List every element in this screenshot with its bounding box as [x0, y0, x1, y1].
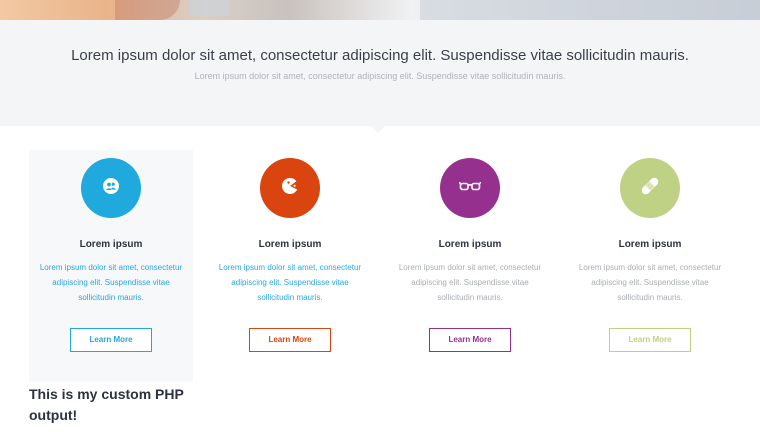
feature-icon-circle: [440, 158, 500, 218]
feature-title: Lorem ipsum: [618, 239, 682, 250]
learn-more-button[interactable]: Learn More: [249, 328, 331, 352]
hero-image-detail: [190, 0, 230, 16]
feature-card-2: Lorem ipsum Lorem ipsum dolor sit amet, …: [208, 150, 372, 382]
learn-more-button[interactable]: Learn More: [429, 328, 511, 352]
feature-icon-circle: [81, 158, 141, 218]
intro-section: Lorem ipsum dolor sit amet, consectetur …: [0, 20, 760, 126]
feature-title: Lorem ipsum: [79, 239, 143, 250]
feature-card-1: Lorem ipsum Lorem ipsum dolor sit amet, …: [29, 150, 193, 382]
feature-description: Lorem ipsum dolor sit amet, consectetur …: [398, 263, 542, 302]
intro-subtitle: Lorem ipsum dolor sit amet, consectetur …: [194, 71, 566, 81]
feature-icon-circle: [620, 158, 680, 218]
bandage-icon: [639, 175, 661, 202]
feature-card-3: Lorem ipsum Lorem ipsum dolor sit amet, …: [388, 150, 552, 382]
feature-description: Lorem ipsum dolor sit amet, consectetur …: [218, 263, 362, 302]
users-icon: [102, 177, 120, 200]
feature-title: Lorem ipsum: [438, 239, 502, 250]
learn-more-button[interactable]: Learn More: [609, 328, 691, 352]
glasses-icon: [458, 179, 482, 197]
feature-description: Lorem ipsum dolor sit amet, consectetur …: [39, 263, 183, 302]
feature-title: Lorem ipsum: [258, 239, 322, 250]
intro-pointer-arrow: [369, 124, 387, 133]
intro-title: Lorem ipsum dolor sit amet, consectetur …: [71, 47, 689, 64]
learn-more-button[interactable]: Learn More: [70, 328, 152, 352]
hero-image-strip: [0, 0, 760, 20]
pacman-icon: [281, 177, 299, 200]
feature-description: Lorem ipsum dolor sit amet, consectetur …: [578, 263, 722, 302]
feature-icon-circle: [260, 158, 320, 218]
hero-image-detail: [115, 0, 180, 20]
hero-image-detail: [420, 0, 760, 20]
custom-php-output: This is my custom PHP output!: [29, 386, 184, 423]
feature-card-4: Lorem ipsum Lorem ipsum dolor sit amet, …: [568, 150, 732, 382]
